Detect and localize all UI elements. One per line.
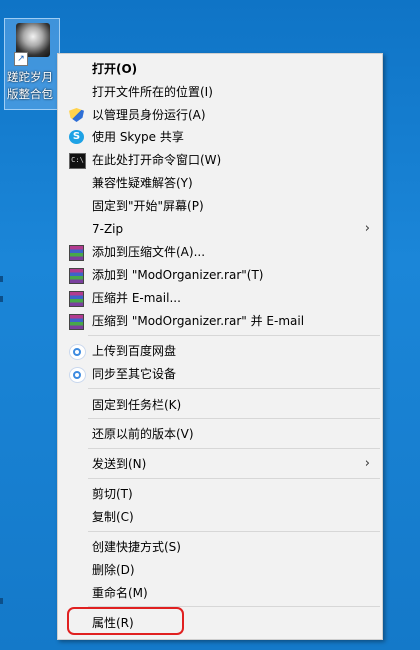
menu-item-label: 在此处打开命令窗口(W): [92, 153, 222, 167]
winrar-icon: [69, 291, 84, 307]
menu-item-label: 固定到"开始"屏幕(P): [92, 199, 204, 213]
baidu-cloud-icon: [69, 344, 86, 360]
desktop-icon-label: 蹉跎岁月 版整合包: [7, 69, 59, 103]
menu-item-sync-device[interactable]: 同步至其它设备: [60, 363, 380, 385]
desktop-icon-label-line2: 版整合包: [7, 87, 53, 101]
menu-item-label: 使用 Skype 共享: [92, 130, 184, 144]
menu-item-label: 打开(O): [92, 62, 138, 76]
menu-item-label: 创建快捷方式(S): [92, 540, 181, 554]
menu-item-restore-versions[interactable]: 还原以前的版本(V): [60, 423, 380, 445]
menu-item-label: 复制(C): [92, 510, 134, 524]
menu-item-label: 压缩并 E-mail...: [92, 291, 181, 305]
menu-item-label: 压缩到 "ModOrganizer.rar" 并 E-mail: [92, 314, 305, 328]
baidu-cloud-icon: [69, 367, 86, 383]
menu-item-label: 固定到任务栏(K): [92, 398, 182, 412]
menu-item-copy[interactable]: 复制(C): [60, 506, 380, 528]
menu-item-label: 添加到 "ModOrganizer.rar"(T): [92, 268, 264, 282]
properties-highlight-box: [67, 607, 184, 635]
menu-item-label: 打开文件所在的位置(I): [92, 85, 213, 99]
menu-item-upload-baidu[interactable]: 上传到百度网盘: [60, 340, 380, 362]
menu-item-label: 以管理员身份运行(A): [92, 108, 206, 122]
submenu-arrow-icon: ›: [364, 456, 370, 471]
desktop-edge-mark: [0, 296, 3, 302]
menu-item-compress-rar-email[interactable]: 压缩到 "ModOrganizer.rar" 并 E-mail: [60, 310, 380, 332]
menu-item-label: 发送到(N): [92, 457, 147, 471]
skype-icon: S: [69, 130, 84, 144]
menu-separator: [88, 418, 380, 419]
menu-item-open-cmd[interactable]: C:\ 在此处打开命令窗口(W): [60, 149, 380, 171]
menu-item-pin-start[interactable]: 固定到"开始"屏幕(P): [60, 195, 380, 217]
menu-item-cut[interactable]: 剪切(T): [60, 483, 380, 505]
desktop-edge-mark: [0, 598, 3, 604]
menu-separator: [88, 335, 380, 336]
menu-item-create-shortcut[interactable]: 创建快捷方式(S): [60, 536, 380, 558]
shield-uac-icon: [69, 108, 84, 122]
context-menu: 打开(O) 打开文件所在的位置(I) 以管理员身份运行(A) S 使用 Skype…: [57, 53, 383, 640]
winrar-icon: [69, 245, 84, 261]
menu-item-label: 删除(D): [92, 563, 135, 577]
menu-separator: [88, 478, 380, 479]
menu-item-open[interactable]: 打开(O): [60, 58, 380, 80]
menu-item-rename[interactable]: 重命名(M): [60, 582, 380, 604]
menu-item-label: 还原以前的版本(V): [92, 427, 194, 441]
menu-item-open-location[interactable]: 打开文件所在的位置(I): [60, 81, 380, 103]
desktop-icon-label-line1: 蹉跎岁月: [7, 70, 53, 84]
menu-item-7zip[interactable]: 7-Zip ›: [60, 218, 380, 240]
menu-item-label: 兼容性疑难解答(Y): [92, 176, 193, 190]
menu-item-add-archive[interactable]: 添加到压缩文件(A)...: [60, 241, 380, 263]
menu-item-label: 添加到压缩文件(A)...: [92, 245, 206, 259]
winrar-icon: [69, 268, 84, 284]
menu-item-label: 同步至其它设备: [92, 367, 177, 381]
menu-item-label: 剪切(T): [92, 487, 133, 501]
cmd-icon: C:\: [69, 153, 86, 169]
menu-item-run-as-admin[interactable]: 以管理员身份运行(A): [60, 104, 380, 126]
menu-item-label: 7-Zip: [92, 222, 124, 236]
shortcut-arrow-icon: ↗: [14, 52, 28, 66]
menu-item-add-rar[interactable]: 添加到 "ModOrganizer.rar"(T): [60, 264, 380, 286]
menu-item-troubleshoot[interactable]: 兼容性疑难解答(Y): [60, 172, 380, 194]
menu-item-label: 上传到百度网盘: [92, 344, 177, 358]
menu-item-compress-email[interactable]: 压缩并 E-mail...: [60, 287, 380, 309]
menu-item-delete[interactable]: 删除(D): [60, 559, 380, 581]
menu-separator: [88, 448, 380, 449]
winrar-icon: [69, 314, 84, 330]
menu-separator: [88, 388, 380, 389]
submenu-arrow-icon: ›: [364, 221, 370, 236]
menu-item-label: 重命名(M): [92, 586, 148, 600]
menu-separator: [88, 531, 380, 532]
menu-item-skype-share[interactable]: S 使用 Skype 共享: [60, 126, 380, 148]
desktop-edge-mark: [0, 276, 3, 282]
desktop-shortcut-icon[interactable]: ↗ 蹉跎岁月 版整合包: [4, 18, 60, 110]
menu-item-send-to[interactable]: 发送到(N) ›: [60, 453, 380, 475]
menu-item-pin-taskbar[interactable]: 固定到任务栏(K): [60, 394, 380, 416]
